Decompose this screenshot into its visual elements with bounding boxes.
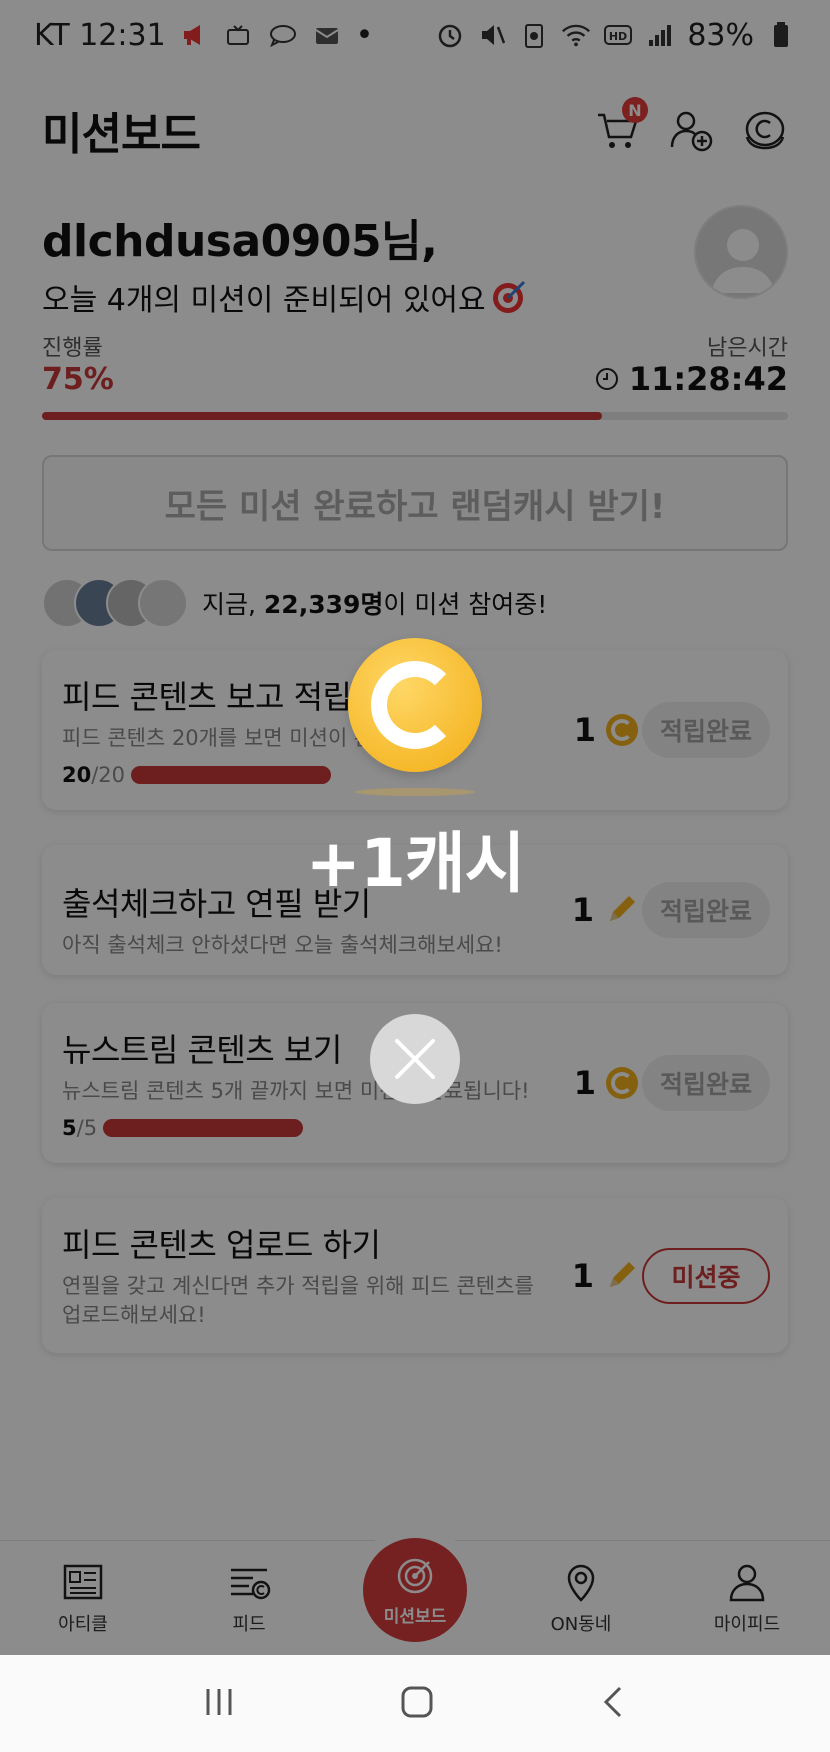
reward-amount-text: +1캐시 — [305, 825, 526, 902]
home-button[interactable] — [399, 1684, 435, 1724]
back-icon — [604, 1686, 622, 1717]
coin-shadow — [355, 788, 475, 796]
close-popup-button[interactable] — [370, 1014, 460, 1104]
system-navigation-bar — [0, 1655, 830, 1752]
home-icon — [401, 1686, 433, 1717]
reward-coin-icon — [348, 638, 482, 772]
close-icon — [395, 1039, 435, 1079]
recent-apps-button[interactable] — [202, 1685, 236, 1723]
back-button[interactable] — [598, 1684, 628, 1724]
recent-apps-icon — [206, 1688, 232, 1715]
